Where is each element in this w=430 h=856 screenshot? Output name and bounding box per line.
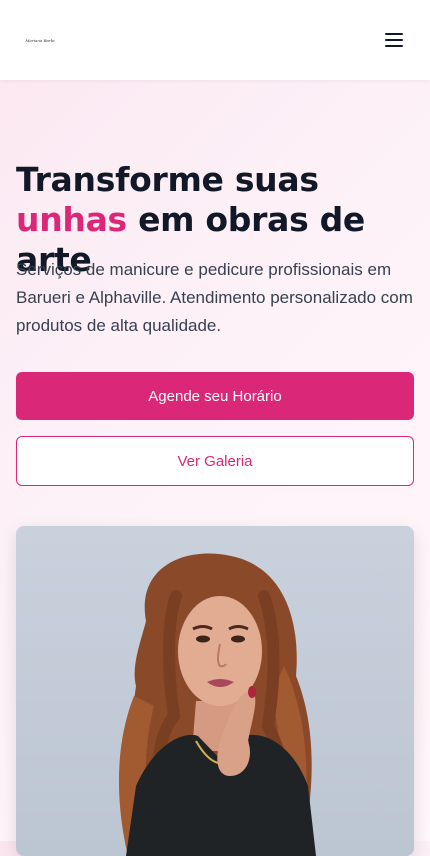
hero-title-accent: unhas — [16, 200, 127, 239]
hero-subtitle: Serviços de manicure e pedicure profissi… — [16, 260, 413, 335]
hamburger-menu-icon — [381, 33, 407, 47]
view-gallery-button[interactable]: Ver Galeria — [16, 436, 414, 486]
logo-text: Mariana Barbi — [25, 37, 55, 43]
menu-button[interactable] — [381, 28, 407, 52]
brand-logo[interactable]: Mariana Barbi — [16, 16, 64, 64]
woman-portrait-photo — [118, 553, 316, 856]
site-header: Mariana Barbi — [0, 0, 430, 80]
book-appointment-button[interactable]: Agende seu Horário — [16, 372, 414, 420]
hero-image — [16, 526, 414, 856]
